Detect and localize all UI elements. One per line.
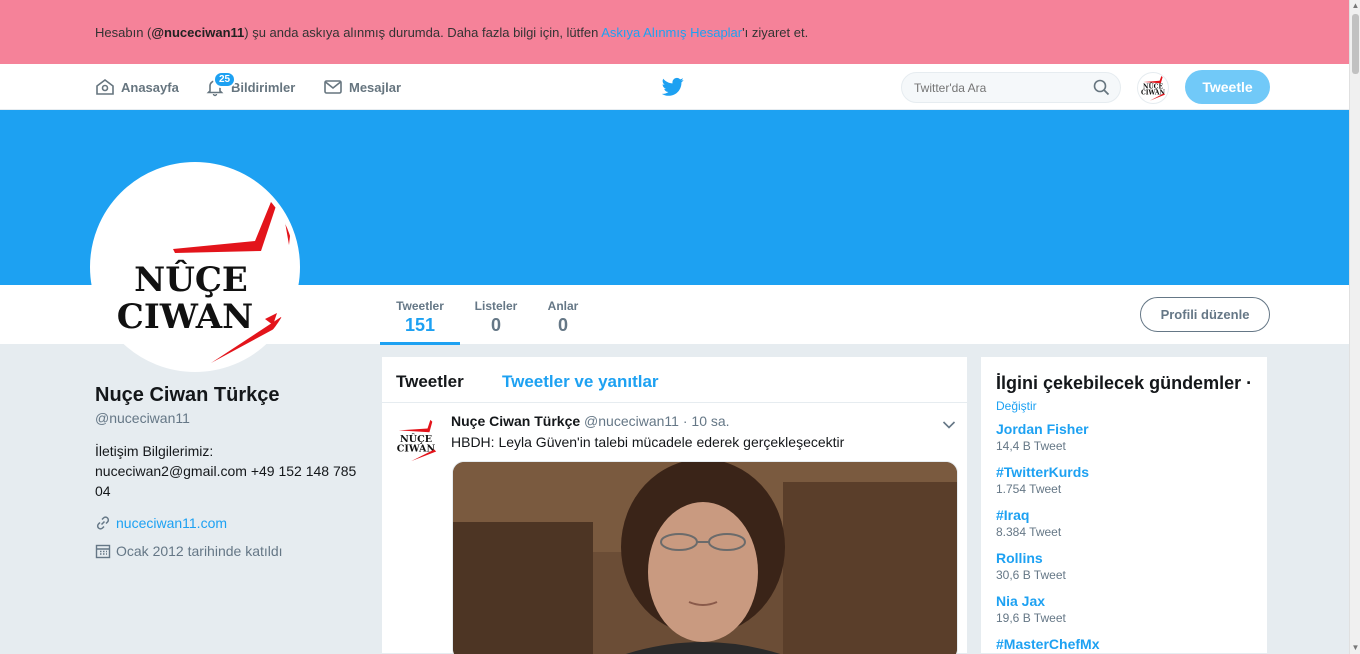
nuce-ciwan-logo: NÛÇE CIWAN bbox=[117, 197, 291, 363]
tweet-avatar[interactable]: NÛÇE CIWAN bbox=[392, 415, 440, 463]
suspended-accounts-link[interactable]: Askıya Alınmış Hesaplar bbox=[601, 25, 742, 40]
trend-item[interactable]: #Iraq 8.384 Tweet bbox=[996, 507, 1061, 539]
nav-avatar[interactable]: NÛÇE CIWAN bbox=[1137, 72, 1169, 104]
stat-moments-value: 0 bbox=[557, 315, 568, 335]
suspension-alert-banner: Hesabın (@nuceciwan11) şu anda askıya al… bbox=[0, 0, 1349, 64]
nav-home[interactable]: Anasayfa bbox=[95, 64, 179, 110]
stat-tweets-value: 151 bbox=[404, 315, 436, 335]
tweet-photo[interactable] bbox=[452, 461, 958, 654]
alert-prefix: Hesabın ( bbox=[95, 25, 152, 40]
calendar-icon bbox=[95, 544, 111, 559]
trend-name[interactable]: #MasterChefMx bbox=[996, 636, 1099, 652]
search-input[interactable] bbox=[901, 72, 1121, 103]
stat-tweets-label: Tweetler bbox=[396, 299, 444, 313]
trend-count: 1.754 Tweet bbox=[996, 482, 1062, 496]
stat-moments-label: Anlar bbox=[547, 299, 579, 313]
nav-notifications-label: Bildirimler bbox=[231, 79, 296, 95]
trend-name[interactable]: #Iraq bbox=[996, 507, 1061, 523]
trends-title-dot: · bbox=[1241, 373, 1253, 393]
trend-count: 19,6 B Tweet bbox=[996, 611, 1066, 625]
profile-url-link[interactable]: nuceciwan11.com bbox=[116, 515, 227, 531]
scroll-up-arrow-icon[interactable]: ▲ bbox=[1350, 0, 1360, 12]
stat-lists[interactable]: Listeler 0 bbox=[472, 299, 520, 336]
tweet-item[interactable]: NÛÇE CIWAN Nuçe Ciwan Türkçe @nuceciwan1… bbox=[382, 403, 967, 654]
trend-name[interactable]: #TwitterKurds bbox=[996, 464, 1089, 480]
trend-item[interactable]: #TwitterKurds 1.754 Tweet bbox=[996, 464, 1089, 496]
search-icon[interactable] bbox=[1093, 79, 1110, 101]
scroll-down-arrow-icon[interactable]: ▼ bbox=[1350, 642, 1360, 654]
link-icon bbox=[96, 516, 110, 530]
alert-middle: ) şu anda askıya alınmış durumda. Daha f… bbox=[244, 25, 602, 40]
profile-avatar[interactable]: NÛÇE CIWAN bbox=[90, 162, 300, 372]
trend-item[interactable]: Rollins 30,6 B Tweet bbox=[996, 550, 1066, 582]
bio-line-1: İletişim Bilgilerimiz: bbox=[95, 443, 214, 459]
svg-text:NÛÇE: NÛÇE bbox=[134, 259, 248, 300]
stat-moments[interactable]: Anlar 0 bbox=[543, 299, 583, 336]
nuce-ciwan-logo-tweet: NÛÇE CIWAN bbox=[397, 419, 437, 462]
profile-handle[interactable]: @nuceciwan11 bbox=[95, 410, 190, 426]
trend-name[interactable]: Rollins bbox=[996, 550, 1066, 566]
trend-name[interactable]: Nia Jax bbox=[996, 593, 1066, 609]
stat-tweets[interactable]: Tweetler 151 bbox=[380, 299, 460, 345]
profile-joined-text: Ocak 2012 tarihinde katıldı bbox=[116, 543, 283, 559]
stat-lists-label: Listeler bbox=[474, 299, 518, 313]
trends-change-link[interactable]: Değiştir bbox=[996, 399, 1037, 413]
trend-item[interactable]: #MasterChefMx bbox=[996, 636, 1099, 652]
tweet-author-name[interactable]: Nuçe Ciwan Türkçe bbox=[451, 413, 580, 429]
profile-url-row[interactable]: nuceciwan11.com bbox=[95, 515, 227, 531]
notifications-badge: 25 bbox=[213, 71, 237, 88]
twitter-bird-icon[interactable] bbox=[661, 77, 684, 102]
tweet-compose-button[interactable]: Tweetle bbox=[1185, 70, 1270, 104]
trend-count: 8.384 Tweet bbox=[996, 525, 1062, 539]
profile-name[interactable]: Nuçe Ciwan Türkçe bbox=[95, 384, 280, 407]
page-scrollbar[interactable]: ▲ ▼ bbox=[1349, 0, 1360, 654]
tweet-separator: · bbox=[678, 413, 692, 429]
bio-line-2: nuceciwan2@gmail.com +49 152 148 785 04 bbox=[95, 463, 357, 499]
trends-title-text: İlgini çekebilecek gündemler bbox=[996, 373, 1242, 393]
edit-profile-button[interactable]: Profili düzenle bbox=[1140, 297, 1270, 332]
alert-suffix: 'ı ziyaret et. bbox=[742, 25, 809, 40]
tab-tweets[interactable]: Tweetler bbox=[396, 372, 464, 392]
trends-panel: İlgini çekebilecek gündemler · Değiştir … bbox=[980, 356, 1268, 654]
tweet-time[interactable]: 10 sa. bbox=[691, 413, 729, 429]
tweet-author-handle[interactable]: @nuceciwan11 bbox=[584, 413, 679, 429]
alert-handle: @nuceciwan11 bbox=[151, 25, 245, 40]
stat-lists-value: 0 bbox=[490, 315, 501, 335]
trends-title: İlgini çekebilecek gündemler · bbox=[996, 373, 1252, 394]
timeline-tabs: Tweetler Tweetler ve yanıtlar bbox=[382, 357, 967, 403]
timeline: Tweetler Tweetler ve yanıtlar NÛÇE CIWAN… bbox=[381, 356, 968, 654]
nav-messages-label: Mesajlar bbox=[349, 79, 402, 95]
profile-joined-row: Ocak 2012 tarihinde katıldı bbox=[95, 543, 283, 559]
tab-tweets-and-replies[interactable]: Tweetler ve yanıtlar bbox=[502, 372, 659, 392]
tweet-header: Nuçe Ciwan Türkçe @nuceciwan11 · 10 sa. bbox=[451, 413, 730, 429]
trend-count: 30,6 B Tweet bbox=[996, 568, 1066, 582]
envelope-icon bbox=[324, 80, 342, 94]
home-icon bbox=[96, 79, 114, 95]
nav-notifications[interactable]: 25 Bildirimler bbox=[205, 64, 295, 110]
trend-count: 14,4 B Tweet bbox=[996, 439, 1066, 453]
trend-item[interactable]: Nia Jax 19,6 B Tweet bbox=[996, 593, 1066, 625]
scroll-thumb[interactable] bbox=[1352, 14, 1359, 74]
svg-text:CIWAN: CIWAN bbox=[117, 297, 253, 337]
suspension-alert-text: Hesabın (@nuceciwan11) şu anda askıya al… bbox=[95, 25, 808, 40]
tweet-text: HBDH: Leyla Güven'in talebi mücadele ede… bbox=[451, 434, 845, 450]
trend-item[interactable]: Jordan Fisher 14,4 B Tweet bbox=[996, 421, 1089, 453]
profile-bio: İletişim Bilgilerimiz: nuceciwan2@gmail.… bbox=[95, 441, 365, 501]
nav-messages[interactable]: Mesajlar bbox=[323, 64, 401, 110]
chevron-down-icon[interactable] bbox=[942, 417, 956, 435]
nuce-ciwan-logo-small: NÛÇE CIWAN bbox=[1141, 76, 1166, 101]
top-navbar: Anasayfa 25 Bildirimler Mesajlar NÛÇE CI… bbox=[0, 64, 1349, 110]
nav-home-label: Anasayfa bbox=[121, 79, 179, 95]
tweet-photo-portrait bbox=[453, 462, 957, 654]
trend-name[interactable]: Jordan Fisher bbox=[996, 421, 1089, 437]
